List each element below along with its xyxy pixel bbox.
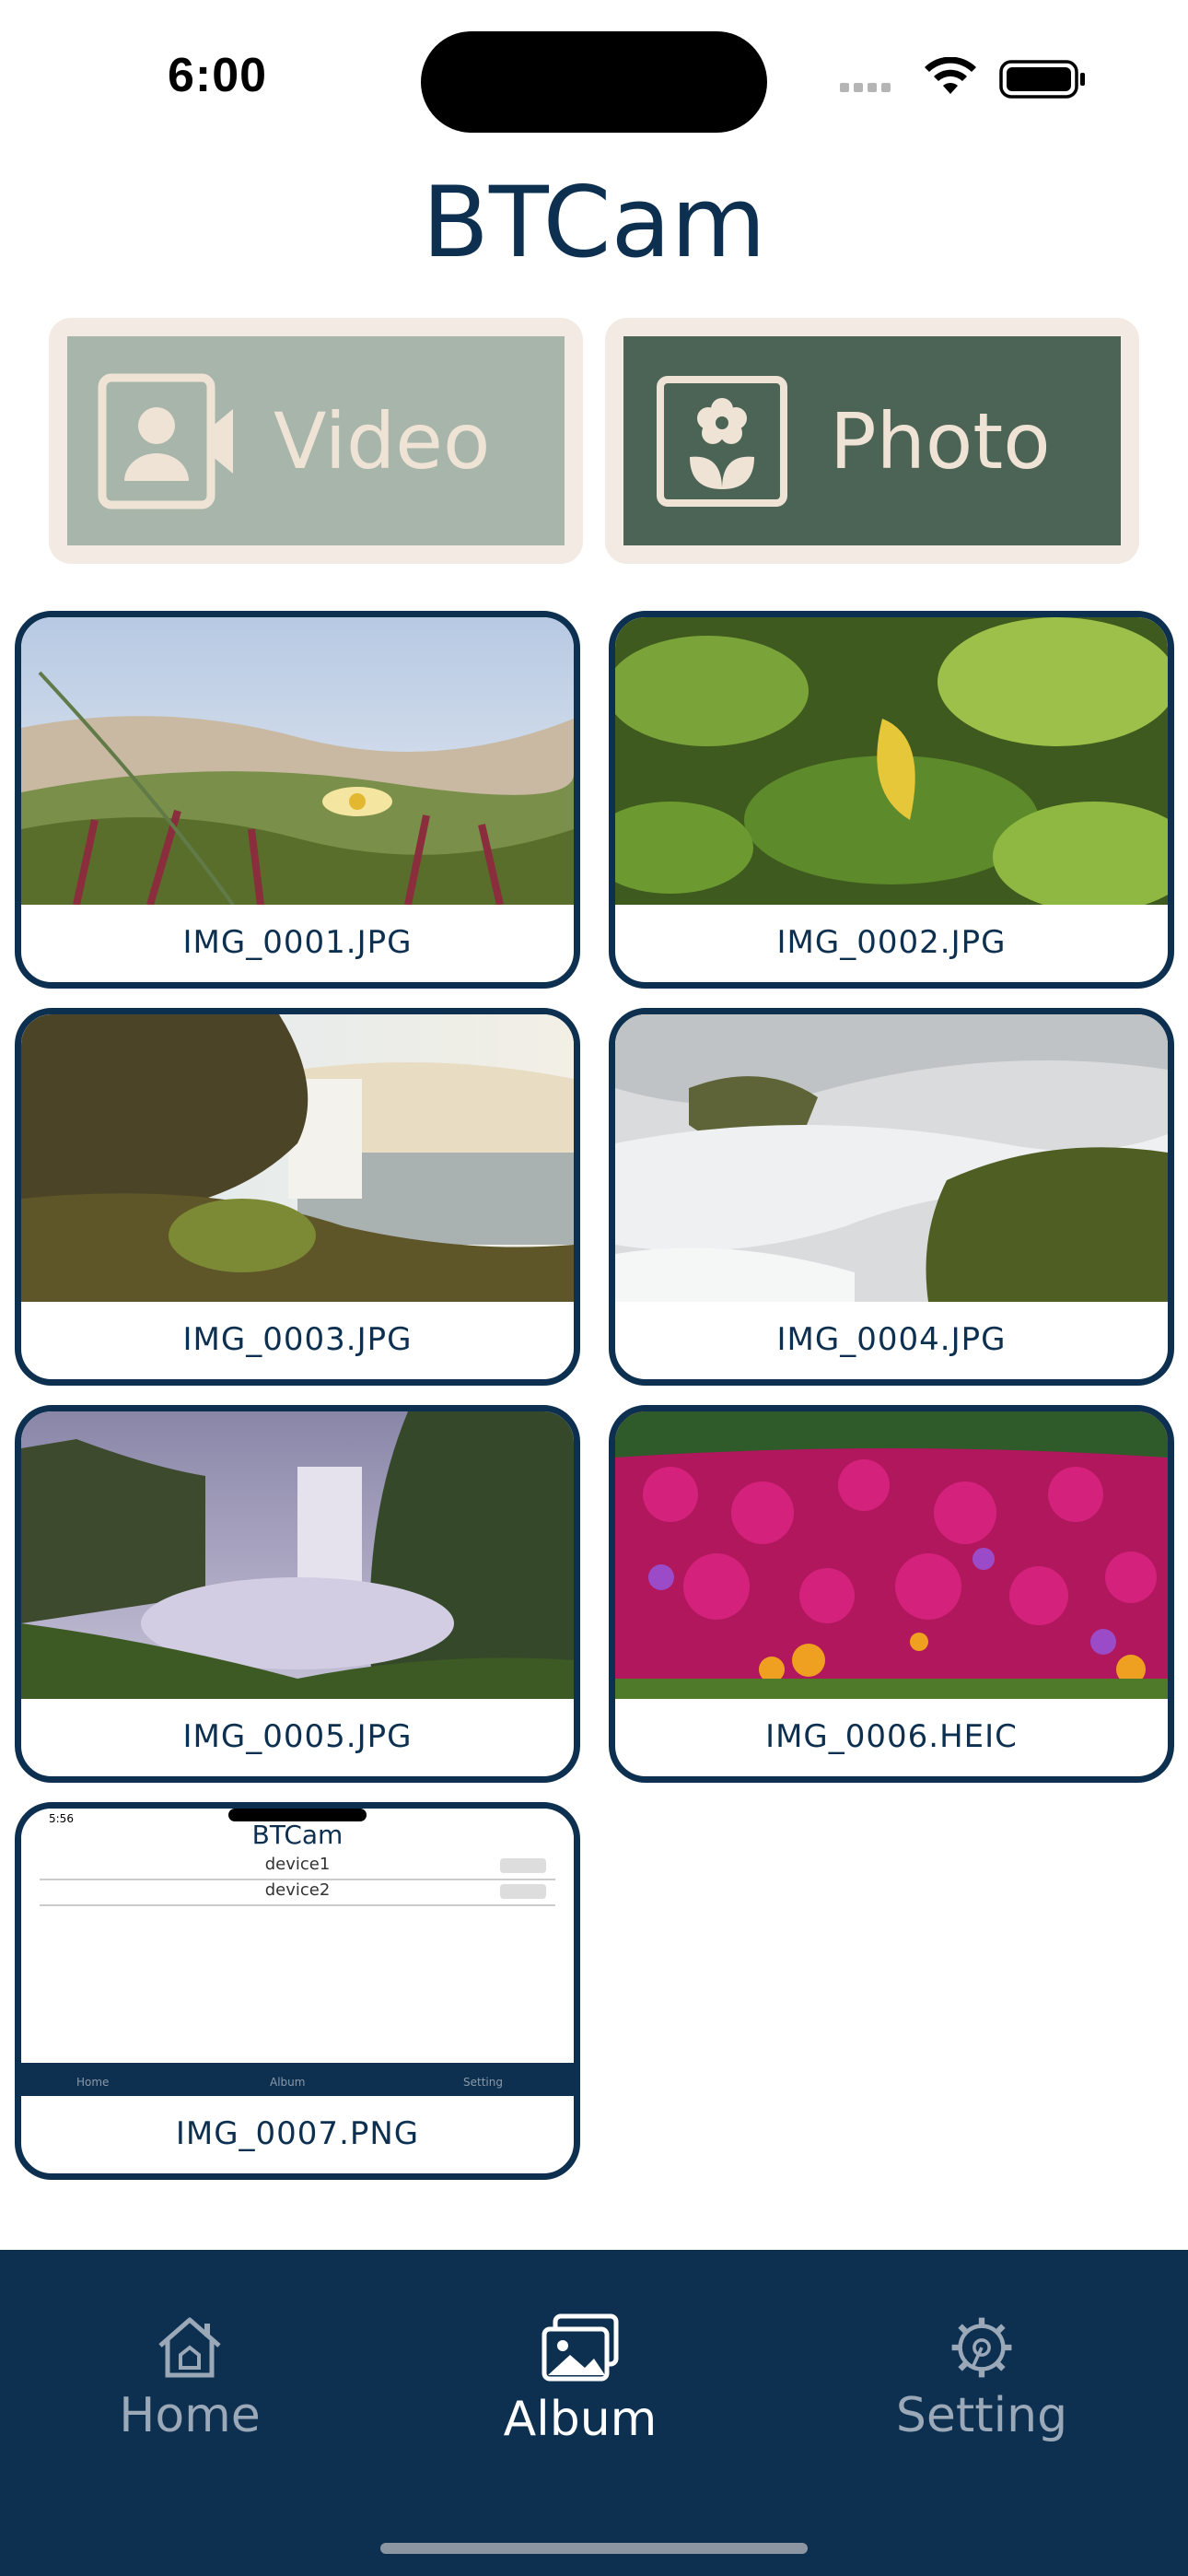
status-bar: 6:00 [0, 0, 1188, 147]
battery-icon [999, 60, 1085, 99]
tab-label: Album [503, 2392, 658, 2447]
photo-mode-button[interactable]: Photo [605, 318, 1139, 564]
photo-thumbnail [615, 1411, 1168, 1699]
album-item[interactable]: IMG_0005.JPG [15, 1405, 580, 1783]
album-item-name: IMG_0001.JPG [182, 924, 413, 961]
album-item[interactable]: IMG_0003.JPG [15, 1008, 580, 1386]
thumb-tab-label: Setting [463, 2076, 503, 2089]
thumb-tab-label: Home [76, 2076, 110, 2089]
flower-photo-icon [657, 375, 787, 507]
album-item[interactable]: IMG_0006.HEIC [609, 1405, 1174, 1783]
page-title: BTCam [422, 166, 766, 279]
tab-album[interactable]: Album [442, 2313, 718, 2447]
album-item-name: IMG_0007.PNG [175, 2115, 420, 2152]
tab-label: Setting [895, 2388, 1068, 2443]
home-indicator [380, 2543, 808, 2554]
gear-icon [951, 2317, 1012, 2378]
tab-bar: Home Album Setting [0, 2250, 1188, 2576]
video-mode-button[interactable]: Video [49, 318, 583, 564]
tab-setting[interactable]: Setting [844, 2314, 1120, 2443]
photo-thumbnail [615, 1014, 1168, 1302]
thumb-device-button [500, 1858, 546, 1873]
home-icon [158, 2317, 221, 2378]
photo-thumbnail [21, 617, 574, 905]
wifi-icon [925, 57, 976, 94]
thumb-title: BTCam [251, 1820, 344, 1850]
album-item-name: IMG_0005.JPG [182, 1718, 413, 1755]
thumb-device-row: device1 [40, 1855, 555, 1880]
cellular-signal-icon [840, 83, 891, 92]
tab-home[interactable]: Home [52, 2314, 328, 2443]
dynamic-island [421, 31, 767, 133]
status-time: 6:00 [168, 49, 268, 102]
album-item-name: IMG_0003.JPG [182, 1321, 413, 1358]
photo-mode-label: Photo [830, 395, 1051, 486]
status-icons [840, 57, 1085, 99]
thumb-device-name: device2 [264, 1880, 331, 1900]
photo-thumbnail [21, 1014, 574, 1302]
thumb-tab-label: Album [270, 2076, 306, 2089]
album-item-name: IMG_0006.HEIC [765, 1718, 1018, 1755]
album-item[interactable]: 5:56 BTCam device1 device2 Home Album Se… [15, 1802, 580, 2180]
album-item-name: IMG_0004.JPG [776, 1321, 1007, 1358]
thumb-device-name: device1 [264, 1855, 331, 1874]
camera-icon [98, 373, 233, 509]
video-mode-label: Video [274, 395, 491, 486]
album-item[interactable]: IMG_0002.JPG [609, 611, 1174, 989]
photo-thumbnail [615, 617, 1168, 905]
screenshot-thumbnail: 5:56 BTCam device1 device2 Home Album Se… [21, 1809, 574, 2096]
album-item-name: IMG_0002.JPG [776, 924, 1007, 961]
album-item[interactable]: IMG_0001.JPG [15, 611, 580, 989]
photos-icon [542, 2313, 619, 2382]
thumb-tabbar: Home Album Setting [21, 2063, 574, 2096]
album-item[interactable]: IMG_0004.JPG [609, 1008, 1174, 1386]
photo-thumbnail [21, 1411, 574, 1699]
tab-label: Home [119, 2388, 261, 2443]
thumb-device-button [500, 1884, 546, 1899]
thumb-device-row: device2 [40, 1880, 555, 1906]
